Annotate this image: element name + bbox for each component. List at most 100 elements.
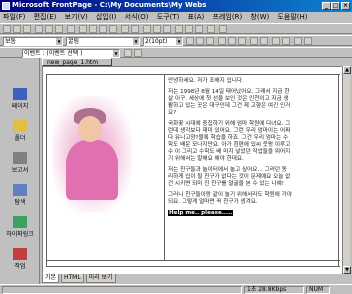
navigation-icon	[13, 184, 27, 196]
numbering-icon[interactable]	[250, 37, 258, 45]
event-select[interactable]: 이벤트 : (이벤트 선택 ) ▼	[22, 49, 120, 58]
highlight-icon[interactable]	[294, 37, 302, 45]
help-icon[interactable]	[219, 25, 227, 33]
print-icon[interactable]	[45, 25, 53, 33]
menu-edit[interactable]: 편집(E)	[31, 12, 60, 23]
standard-toolbar	[0, 23, 352, 34]
views-item-page[interactable]: 페이지	[0, 88, 40, 110]
redo-icon[interactable]	[131, 25, 139, 33]
views-bar: 페이지 폴더 보고서 탐색 하이퍼링크 작업	[0, 58, 40, 284]
minimize-button[interactable]: _	[322, 2, 331, 10]
status-bar: 1초 28.8Kbps NUM	[0, 284, 352, 294]
paragraph: 국화꽃 시대에 중집하기 위해 엄마 학원에 다녀요. 그런데 생각보다 재미 …	[168, 121, 291, 162]
folder-icon	[13, 120, 27, 132]
format-painter-icon[interactable]	[109, 25, 117, 33]
greeting-text: 안녕하세요. 저가 조해지 입니다.	[168, 78, 244, 84]
views-item-tasks[interactable]: 작업	[0, 248, 40, 270]
vertical-scrollbar[interactable]: ▲ ▼	[342, 66, 351, 274]
table-border	[46, 74, 47, 266]
menu-frames[interactable]: 프레임(R)	[210, 12, 246, 23]
spelling-icon[interactable]	[67, 25, 75, 33]
num-lock-indicator: NUM	[306, 286, 330, 294]
menu-bar: 파일(F) 편집(E) 보기(V) 삽입(I) 서식(O) 도구(T) 표(A)…	[0, 12, 352, 23]
hyperlink-icon[interactable]	[175, 25, 183, 33]
paragraph: 그러니 친구들이랑 같이 놀기 위해서라도 학원에 가야 되요. 그렇게 얼마면…	[168, 192, 292, 205]
open-icon[interactable]	[13, 25, 21, 33]
size-select[interactable]: 2(10pt) ▼	[143, 37, 183, 46]
status-message	[2, 286, 242, 294]
paragraph: 저는 1998년 8월 14일 태어났어요. 그래서 지금 한살 이구. 세상에…	[168, 89, 291, 116]
child-photo	[52, 96, 132, 212]
scroll-down-icon[interactable]: ▼	[343, 266, 351, 274]
effect-icon[interactable]	[124, 49, 132, 57]
frontpage-app-icon	[2, 2, 10, 10]
cut-icon[interactable]	[79, 25, 87, 33]
style-select[interactable]: 보통 ▼	[3, 37, 63, 46]
download-time: 1초 28.8Kbps	[244, 286, 304, 294]
table-border	[46, 74, 340, 75]
menu-view[interactable]: 보기(V)	[62, 12, 91, 23]
apply-icon[interactable]	[134, 49, 142, 57]
views-item-hyperlinks[interactable]: 하이퍼링크	[0, 216, 40, 238]
align-right-icon[interactable]	[238, 37, 246, 45]
tab-normal[interactable]: 기본	[42, 274, 60, 283]
underline-icon[interactable]	[206, 37, 214, 45]
window-title: Microsoft FrontPage - C:\My Documents\My…	[12, 1, 207, 9]
picture-icon[interactable]	[163, 25, 171, 33]
maximize-button[interactable]: □	[331, 2, 340, 10]
bold-icon[interactable]	[186, 37, 194, 45]
preview-icon[interactable]	[55, 25, 63, 33]
tab-preview[interactable]: 미리 보기	[85, 274, 116, 283]
copy-icon[interactable]	[89, 25, 97, 33]
table-border	[338, 74, 339, 266]
align-left-icon[interactable]	[218, 37, 226, 45]
show-all-icon[interactable]	[207, 25, 215, 33]
menu-table[interactable]: 표(A)	[185, 12, 208, 23]
title-bar: Microsoft FrontPage - C:\My Documents\My…	[0, 0, 352, 12]
table-border	[164, 74, 165, 260]
view-mode-tabs: 기본 HTML 미리 보기	[42, 274, 242, 283]
refresh-icon[interactable]	[185, 25, 193, 33]
views-item-folders[interactable]: 폴더	[0, 120, 40, 142]
stop-icon[interactable]	[195, 25, 203, 33]
undo-icon[interactable]	[121, 25, 129, 33]
menu-file[interactable]: 파일(F)	[0, 12, 28, 23]
menu-window[interactable]: 창(W)	[247, 12, 272, 23]
chevron-down-icon: ▼	[176, 38, 182, 45]
formatting-toolbar: 보통 ▼ 굴림 ▼ 2(10pt) ▼	[0, 35, 352, 46]
decrease-indent-icon[interactable]	[272, 37, 280, 45]
menu-help[interactable]: 도움말(H)	[274, 12, 310, 23]
paste-icon[interactable]	[99, 25, 107, 33]
menu-format[interactable]: 서식(O)	[122, 12, 152, 23]
page-icon	[13, 88, 27, 100]
italic-icon[interactable]	[196, 37, 204, 45]
chevron-down-icon: ▼	[133, 38, 139, 45]
font-color-icon[interactable]	[304, 37, 312, 45]
scroll-up-icon[interactable]: ▲	[343, 66, 351, 74]
help-highlight-text: Help me.. please.....	[168, 210, 234, 216]
paragraph: 저는 친구들과 놀이터에서 놀고 싶어요... 그러던 동리하게 입이 될 친구…	[168, 167, 291, 187]
views-item-reports[interactable]: 보고서	[0, 152, 40, 174]
hyperlink-icon	[13, 216, 27, 228]
views-item-navigation[interactable]: 탐색	[0, 184, 40, 206]
report-icon	[13, 152, 27, 164]
font-select[interactable]: 굴림 ▼	[66, 37, 140, 46]
chevron-down-icon: ▼	[113, 50, 119, 57]
document-tab[interactable]: new_page_1.htm	[42, 58, 112, 66]
close-button[interactable]: ×	[341, 2, 350, 10]
table-icon[interactable]	[153, 25, 161, 33]
component-icon[interactable]	[143, 25, 151, 33]
page-text: 안녕하세요. 저가 조해지 입니다. 저는 1998년 8월 14일 태어났어요…	[168, 78, 292, 270]
tab-html[interactable]: HTML	[60, 274, 84, 283]
menu-tools[interactable]: 도구(T)	[154, 12, 183, 23]
chevron-down-icon: ▼	[56, 38, 62, 45]
align-center-icon[interactable]	[228, 37, 236, 45]
publish-icon[interactable]	[35, 25, 43, 33]
tasks-icon	[13, 248, 27, 260]
new-icon[interactable]	[3, 25, 11, 33]
dhtml-toolbar: 이벤트 : (이벤트 선택 ) ▼	[0, 47, 352, 58]
save-icon[interactable]	[23, 25, 31, 33]
menu-insert[interactable]: 삽입(I)	[93, 12, 119, 23]
increase-indent-icon[interactable]	[282, 37, 290, 45]
bullets-icon[interactable]	[260, 37, 268, 45]
